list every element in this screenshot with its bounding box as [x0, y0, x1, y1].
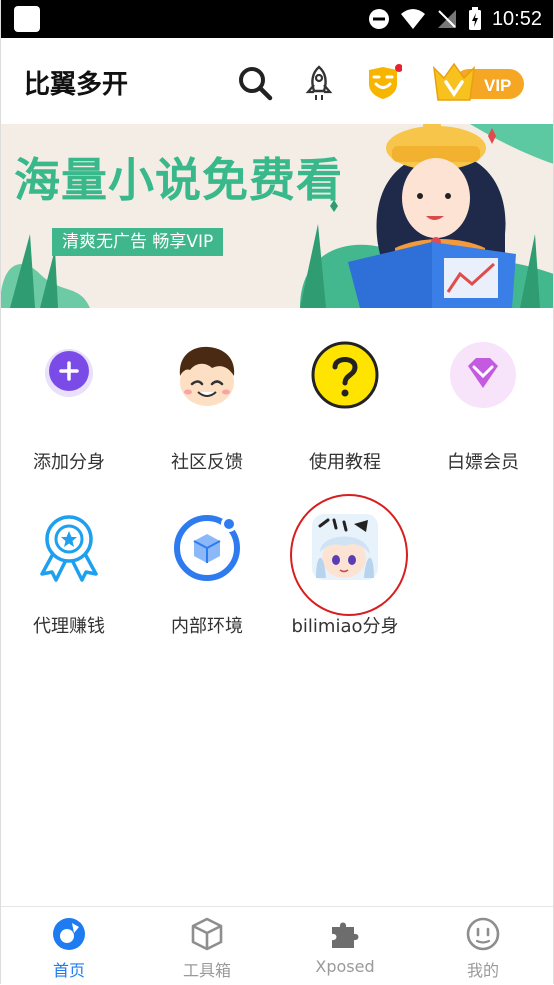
community-face-icon — [179, 346, 235, 406]
tab-label-home: 首页 — [52, 961, 85, 980]
tab-label-toolbox: 工具箱 — [182, 961, 231, 980]
vip-badge[interactable]: VIP — [432, 60, 526, 104]
grid-label-tutorial: 使用教程 — [309, 452, 381, 473]
tab-label-xposed: Xposed — [315, 957, 375, 976]
profile-face-icon — [466, 917, 500, 951]
grid-label-free-vip: 白嫖会员 — [447, 452, 519, 473]
tab-home[interactable]: 首页 — [0, 907, 138, 985]
grid-item-community-feedback[interactable]: 社区反馈 — [138, 340, 276, 480]
shield-notification-icon[interactable] — [364, 64, 402, 102]
grid-label-add-clone: 添加分身 — [33, 452, 105, 473]
free-vip-diamond-icon — [450, 342, 516, 408]
internal-env-box-icon — [174, 515, 240, 581]
tab-toolbox[interactable]: 工具箱 — [138, 907, 276, 985]
tab-label-profile: 我的 — [466, 961, 499, 980]
grid-item-agent[interactable]: 代理赚钱 — [0, 512, 138, 652]
grid-label-agent: 代理赚钱 — [33, 616, 105, 637]
status-bar: 10:52 — [0, 0, 554, 38]
banner-headline: 海量小说免费看 — [14, 153, 343, 207]
tab-xposed[interactable]: Xposed — [276, 907, 414, 985]
home-icon — [53, 918, 85, 950]
tutorial-question-icon — [311, 341, 379, 409]
grid-item-internal-env[interactable]: 内部环境 — [138, 512, 276, 652]
agent-ribbon-icon — [40, 515, 98, 582]
banner-subline: 清爽无广告 畅享VIP — [52, 228, 224, 256]
toolbox-cube-icon — [191, 917, 223, 951]
wifi-icon — [400, 9, 425, 29]
grid-item-tutorial[interactable]: 使用教程 — [276, 340, 414, 480]
do-not-disturb-icon — [368, 9, 389, 29]
status-time: 10:52 — [491, 7, 542, 30]
status-icons: 10:52 — [368, 0, 542, 38]
puzzle-icon — [332, 922, 359, 948]
no-signal-icon — [437, 10, 456, 28]
search-icon[interactable] — [236, 64, 274, 102]
grid-label-community-feedback: 社区反馈 — [171, 452, 243, 473]
app-title: 比翼多开 — [24, 70, 129, 100]
red-circle-annotation — [290, 494, 408, 616]
grid-item-free-vip[interactable]: 白嫖会员 — [414, 340, 552, 480]
bottom-tab-bar: 首页 工具箱 Xposed 我的 — [0, 906, 554, 985]
app-header: 比翼多开 VIP — [0, 38, 554, 124]
add-clone-icon — [45, 349, 93, 397]
rocket-icon[interactable] — [300, 64, 338, 102]
promo-banner[interactable]: 海量小说免费看 清爽无广告 畅享VIP — [0, 124, 554, 308]
grid-label-internal-env: 内部环境 — [171, 616, 243, 637]
vip-label: VIP — [484, 76, 511, 95]
battery-charging-icon — [468, 7, 481, 30]
tab-profile[interactable]: 我的 — [414, 907, 552, 985]
notification-square-icon — [14, 6, 40, 32]
grid-item-add-clone[interactable]: 添加分身 — [0, 340, 138, 480]
